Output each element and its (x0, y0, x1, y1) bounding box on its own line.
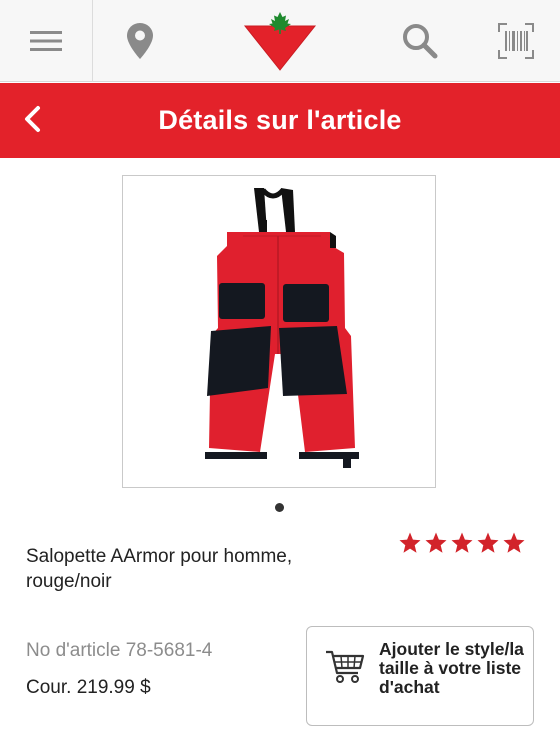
add-to-list-label: Ajouter le style/la taille à votre liste… (379, 639, 524, 697)
star-icon (451, 532, 473, 553)
toolbar-divider (92, 0, 93, 82)
page-header: Détails sur l'article (0, 83, 560, 158)
menu-icon[interactable] (0, 0, 92, 82)
star-icon (503, 532, 525, 553)
add-to-shopping-list-button[interactable]: Ajouter le style/la taille à votre liste… (306, 626, 534, 726)
product-image[interactable] (122, 175, 436, 488)
image-pager-dot[interactable] (275, 503, 284, 512)
canadian-tire-logo[interactable] (240, 0, 320, 82)
product-rating (398, 531, 526, 555)
shopping-cart-icon (326, 650, 365, 683)
product-name: Salopette AArmor pour homme, rouge/noir (26, 546, 293, 592)
top-toolbar (0, 0, 560, 82)
barcode-scanner-icon[interactable] (484, 0, 548, 82)
star-icon (477, 532, 499, 553)
back-button[interactable] (10, 97, 54, 141)
page-title: Détails sur l'article (158, 105, 402, 135)
article-number: No d'article 78-5681-4 (26, 640, 213, 661)
location-pin-icon[interactable] (108, 0, 172, 82)
chevron-left-icon (25, 106, 40, 132)
star-icon (399, 532, 421, 553)
star-icon (425, 532, 447, 553)
product-price: Cour. 219.99 $ (26, 677, 151, 698)
search-icon[interactable] (388, 0, 452, 82)
